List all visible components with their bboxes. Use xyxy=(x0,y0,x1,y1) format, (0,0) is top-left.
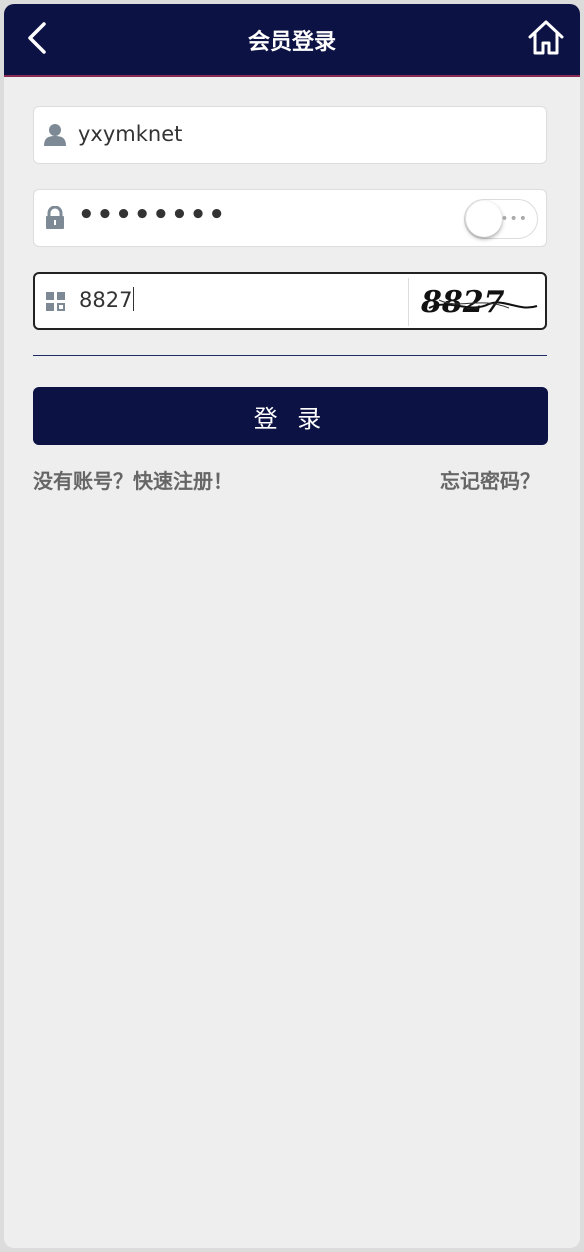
user-icon xyxy=(44,124,66,146)
login-button[interactable]: 登 录 xyxy=(33,387,548,445)
captcha-input-value: 8827 xyxy=(79,287,135,312)
password-field[interactable]: •••••••• ••• xyxy=(33,189,547,247)
captcha-value-text: 8827 xyxy=(79,288,133,312)
header-bar: 会员登录 xyxy=(4,4,580,77)
captcha-field[interactable]: 8827 8827 xyxy=(33,272,547,330)
password-visibility-toggle[interactable]: ••• xyxy=(464,199,538,239)
text-cursor xyxy=(133,287,135,311)
forgot-password-link[interactable]: 忘记密码？ xyxy=(440,465,540,494)
page-title: 会员登录 xyxy=(247,30,336,55)
phone-screen: 会员登录 yxymknet •••••••• ••• 8827 8827 登 录… xyxy=(4,4,580,1248)
password-value: •••••••• xyxy=(78,200,227,230)
lock-icon xyxy=(46,206,64,229)
username-field[interactable]: yxymknet xyxy=(33,106,547,164)
grid-icon xyxy=(46,292,65,311)
toggle-knob xyxy=(466,201,502,237)
register-link[interactable]: 没有账号？快速注册！ xyxy=(33,465,233,494)
captcha-image[interactable]: 8827 xyxy=(408,278,541,326)
more-dots-icon: ••• xyxy=(500,211,528,227)
home-icon[interactable] xyxy=(526,18,566,58)
username-value: yxymknet xyxy=(78,122,183,146)
form-divider xyxy=(33,355,547,356)
